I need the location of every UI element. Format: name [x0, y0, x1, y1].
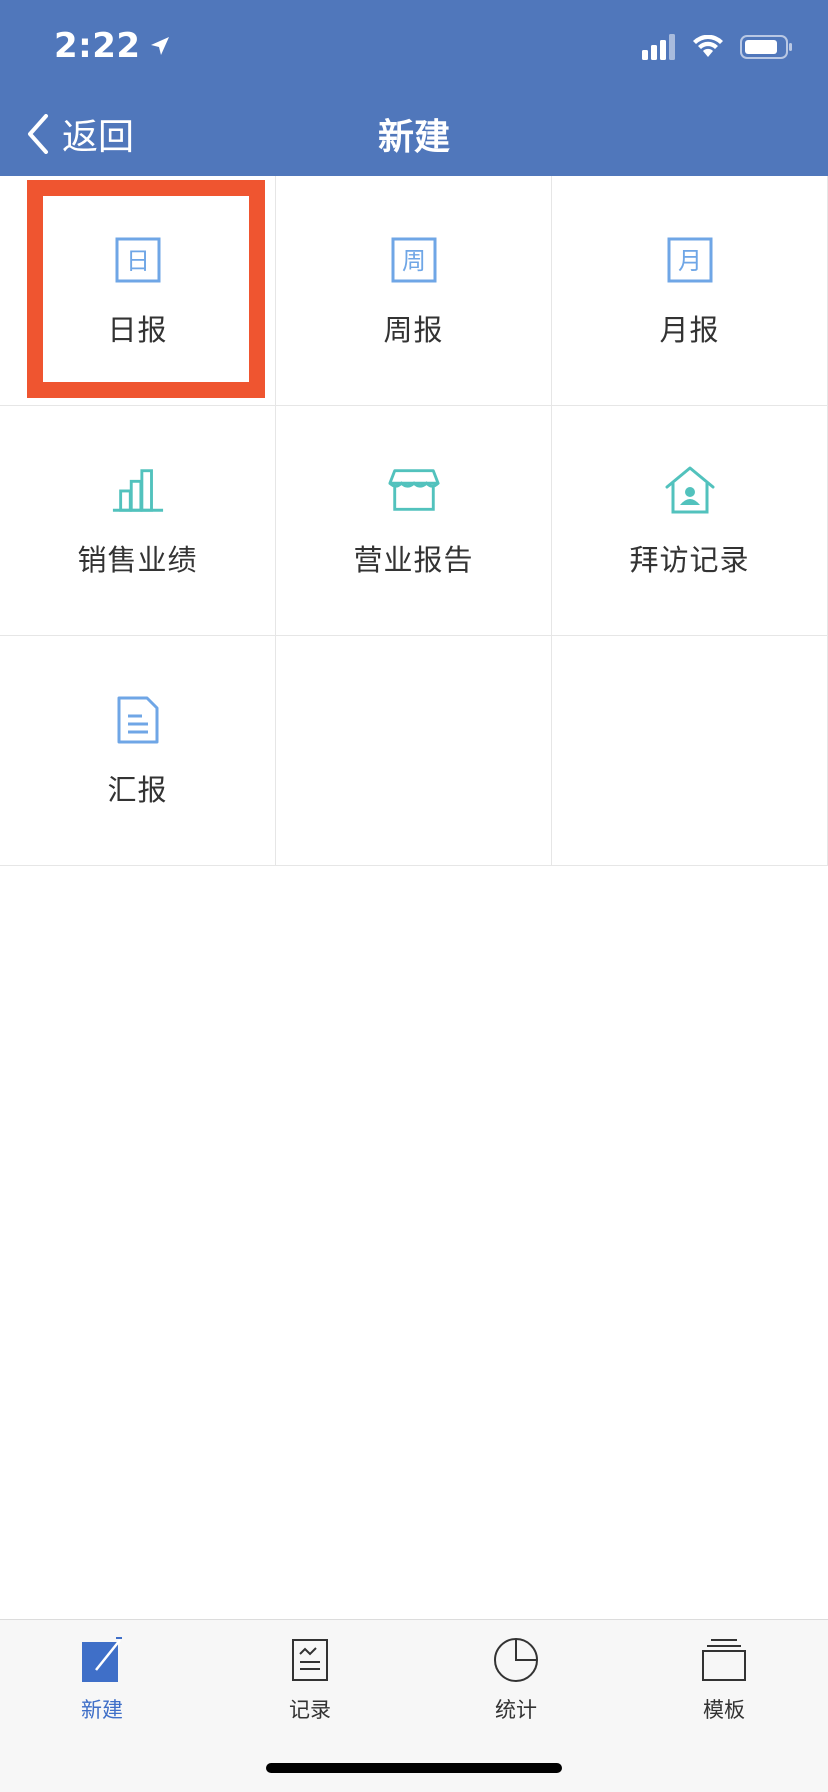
tab-records[interactable]: 记录 [240, 1636, 380, 1724]
weekly-report-icon: 周 [387, 233, 441, 287]
top-header: 2:22 返回 新建 [0, 0, 828, 176]
grid-item-label: 月报 [659, 312, 720, 347]
tab-new[interactable]: 新建 [32, 1636, 172, 1724]
storefront-icon [387, 463, 441, 517]
document-icon [111, 693, 165, 747]
status-time-text: 2:22 [54, 26, 141, 66]
record-list-icon [292, 1639, 328, 1681]
wifi-icon [693, 35, 723, 57]
grid-item-sales-performance[interactable]: 销售业绩 [0, 406, 276, 635]
svg-text:月: 月 [678, 247, 702, 275]
back-button[interactable]: 返回 [26, 108, 134, 160]
house-person-icon [663, 463, 717, 517]
grid-item-label: 周报 [383, 312, 444, 347]
grid-empty-cell [552, 636, 828, 865]
location-arrow-icon [150, 37, 169, 55]
grid-item-label: 汇报 [107, 772, 168, 807]
pie-chart-icon [494, 1638, 538, 1682]
selection-highlight [27, 180, 265, 398]
grid-item-monthly-report[interactable]: 月 月报 [552, 176, 828, 405]
status-time: 2:22 [54, 26, 171, 66]
svg-text:周: 周 [402, 247, 426, 275]
grid-item-label: 营业报告 [353, 542, 474, 577]
grid-item-label: 销售业绩 [77, 542, 198, 577]
grid-row: 销售业绩 营业报告 拜访记录 [0, 406, 828, 636]
tab-templates[interactable]: 模板 [654, 1636, 794, 1724]
template-stack-icon [702, 1639, 746, 1681]
battery-icon [740, 35, 792, 59]
svg-text:日: 日 [126, 247, 150, 275]
grid-item-label: 拜访记录 [629, 542, 750, 577]
grid-row: 日 日报 周 周报 月 月报 [0, 176, 828, 406]
grid-item-business-report[interactable]: 营业报告 [276, 406, 552, 635]
tab-statistics[interactable]: 统计 [446, 1636, 586, 1724]
monthly-report-icon: 月 [663, 233, 717, 287]
grid-item-label: 日报 [107, 312, 168, 347]
report-type-grid: 日 日报 周 周报 月 月报 销售业绩 营业报告 拜访记录 汇报 [0, 176, 828, 866]
grid-empty-cell [276, 636, 552, 865]
daily-report-icon: 日 [111, 233, 165, 287]
grid-item-visit-record[interactable]: 拜访记录 [552, 406, 828, 635]
chevron-left-icon [28, 114, 48, 154]
new-edit-icon [82, 1637, 122, 1682]
tab-label: 记录 [289, 1698, 331, 1722]
cellular-signal-icon [642, 34, 675, 60]
grid-row: 汇报 [0, 636, 828, 866]
tab-label: 模板 [703, 1698, 745, 1722]
tab-label: 统计 [495, 1698, 537, 1722]
grid-item-report[interactable]: 汇报 [0, 636, 276, 865]
bar-chart-icon [111, 463, 165, 517]
grid-item-daily-report[interactable]: 日 日报 [0, 176, 276, 405]
back-label: 返回 [62, 117, 135, 158]
home-indicator [266, 1763, 562, 1773]
tab-label: 新建 [81, 1698, 123, 1722]
status-icons [642, 34, 794, 60]
grid-item-weekly-report[interactable]: 周 周报 [276, 176, 552, 405]
